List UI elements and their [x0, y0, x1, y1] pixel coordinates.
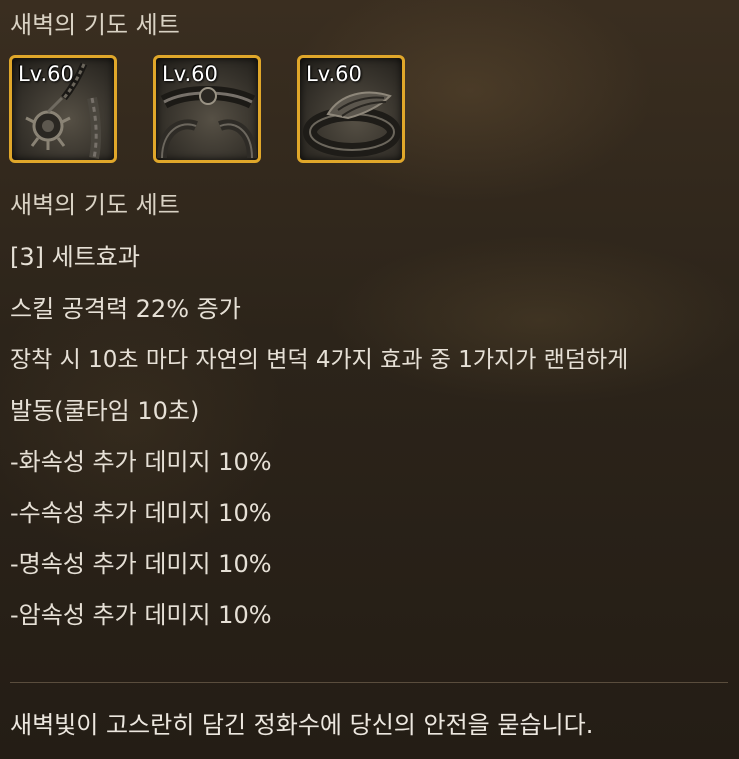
effect-line: 스킬 공격력 22% 증가 — [10, 295, 241, 323]
item-slot-bracelet[interactable]: Lv.60 — [153, 55, 261, 163]
item-slot-ring[interactable]: Lv.60 — [297, 55, 405, 163]
flavor-text: 새벽빛이 고스란히 담긴 정화수에 당신의 안전을 묻습니다. — [10, 711, 594, 739]
set-name: 새벽의 기도 세트 — [10, 191, 180, 219]
effect-line: -화속성 추가 데미지 10% — [10, 448, 272, 476]
set-item-slots: Lv.60 Lv.60 Lv.60 — [9, 55, 429, 167]
item-level-label: Lv.60 — [162, 62, 218, 86]
item-level-label: Lv.60 — [18, 62, 74, 86]
set-effect-header: [3] 세트효과 — [10, 243, 140, 271]
effect-line: 장착 시 10초 마다 자연의 변덕 4가지 효과 중 1가지가 랜덤하게 — [10, 347, 629, 373]
effect-line: -명속성 추가 데미지 10% — [10, 550, 272, 578]
divider — [10, 682, 728, 683]
effect-line: -암속성 추가 데미지 10% — [10, 601, 272, 629]
item-level-label: Lv.60 — [306, 62, 362, 86]
item-slot-amulet[interactable]: Lv.60 — [9, 55, 117, 163]
item-set-tooltip: 새벽의 기도 세트 Lv.60 Lv.60 Lv.60 새벽의 기도 세트 [3… — [0, 0, 739, 759]
set-title: 새벽의 기도 세트 — [10, 11, 180, 39]
effect-line: -수속성 추가 데미지 10% — [10, 499, 272, 527]
effect-line: 발동(쿨타임 10초) — [10, 397, 200, 425]
